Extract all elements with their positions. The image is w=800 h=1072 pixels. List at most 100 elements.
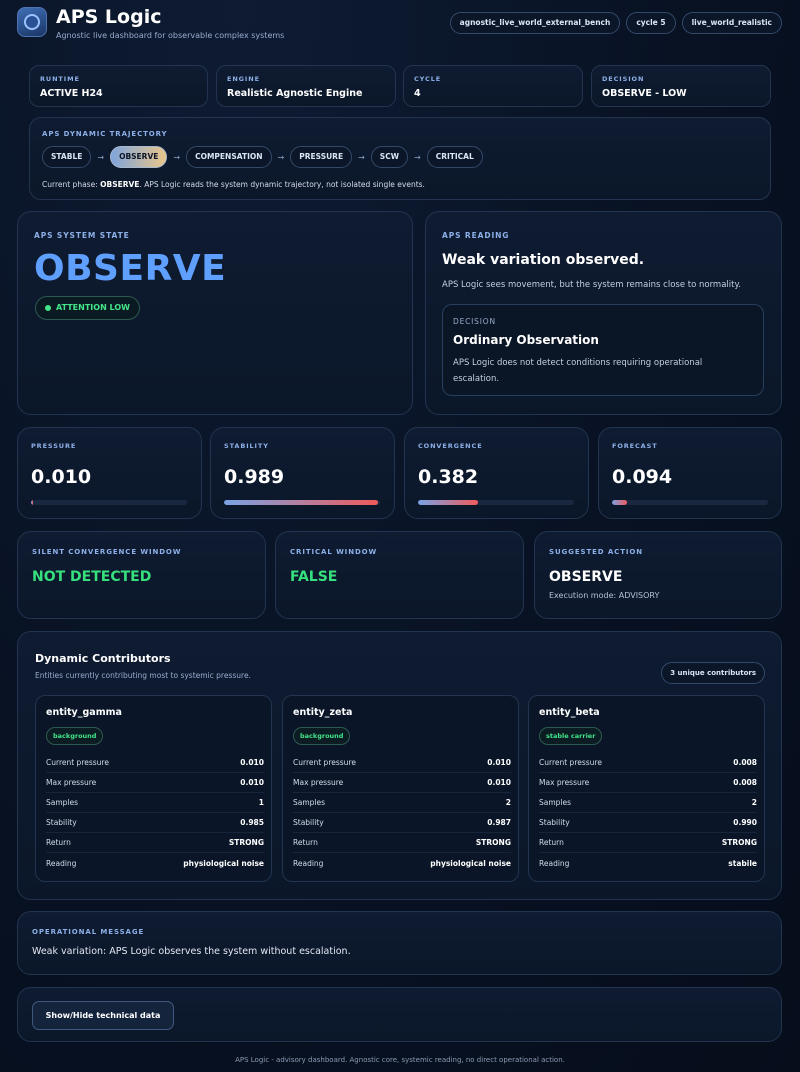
table-row: Return STRONG <box>293 833 511 853</box>
phase-note: Current phase: OBSERVE. APS Logic reads … <box>42 180 425 189</box>
forecast-bar-fill <box>612 500 627 505</box>
forecast-value: 0.094 <box>612 466 673 488</box>
arrow-icon: → <box>173 152 181 162</box>
step-critical: CRITICAL <box>426 146 483 168</box>
stability-value: 0.989 <box>224 466 285 488</box>
row-value: 0.008 <box>733 758 757 767</box>
row-value: 0.010 <box>240 758 264 767</box>
row-label: Samples <box>539 798 572 807</box>
entity-card-zeta: entity_zeta background Current pressure 0… <box>282 695 519 882</box>
reading-title: Weak variation observed. <box>442 252 645 268</box>
critical-window-label: CRITICAL WINDOW <box>290 548 378 556</box>
status-dot-icon <box>45 305 51 311</box>
table-row: Samples 1 <box>46 793 264 813</box>
cycle-badge: cycle 5 <box>626 12 676 34</box>
convergence-label: CONVERGENCE <box>418 442 483 450</box>
silent-window-value: NOT DETECTED <box>32 569 152 585</box>
forecast-metric: FORECAST 0.094 <box>598 427 782 519</box>
entity-tag: background <box>293 727 351 745</box>
table-row: Stability 0.985 <box>46 813 264 833</box>
table-row: Samples 2 <box>293 793 511 813</box>
attention-badge: ATTENTION LOW <box>35 296 140 320</box>
table-row: Current pressure 0.010 <box>293 753 511 773</box>
row-value: 2 <box>505 798 511 807</box>
table-row: Stability 0.990 <box>539 813 757 833</box>
operational-message-panel: OPERATIONAL MESSAGE Weak variation: APS … <box>17 911 782 975</box>
decision-text: APS Logic does not detect conditions req… <box>453 358 703 384</box>
row-label: Stability <box>539 818 570 827</box>
row-value: 0.010 <box>240 778 264 787</box>
execution-mode: Execution mode: ADVISORY <box>549 591 660 600</box>
entity-name: entity_beta <box>539 707 600 718</box>
decision-card: DECISION OBSERVE - LOW <box>591 65 771 107</box>
critical-window-card: CRITICAL WINDOW FALSE <box>275 531 524 619</box>
table-row: Current pressure 0.008 <box>539 753 757 773</box>
trajectory-steps: STABLE → OBSERVE → COMPENSATION → PRESSU… <box>42 146 483 168</box>
technical-panel: Show/Hide technical data <box>17 987 782 1042</box>
stability-bar-fill <box>224 500 379 505</box>
attention-label: ATTENTION LOW <box>56 303 130 312</box>
cycle-label: CYCLE <box>414 75 442 83</box>
runtime-card: RUNTIME ACTIVE H24 <box>29 65 208 107</box>
row-value: 1 <box>258 798 264 807</box>
runtime-label: RUNTIME <box>40 75 80 83</box>
app-logo-icon <box>17 7 47 37</box>
trajectory-panel: APS DYNAMIC TRAJECTORY STABLE → OBSERVE … <box>29 117 771 200</box>
contributors-subtitle: Entities currently contributing most to … <box>35 671 251 680</box>
row-value: 0.985 <box>240 818 264 827</box>
table-row: Return STRONG <box>539 833 757 853</box>
trajectory-label: APS DYNAMIC TRAJECTORY <box>42 130 168 138</box>
forecast-bar <box>612 500 768 505</box>
table-row: Max pressure 0.010 <box>293 773 511 793</box>
row-value: stabile <box>728 858 757 868</box>
convergence-bar-fill <box>418 500 478 505</box>
suggested-action-card: SUGGESTED ACTION OBSERVE Execution mode:… <box>534 531 782 619</box>
table-row: Reading stabile <box>539 853 757 873</box>
logo-core-icon <box>24 14 40 30</box>
app-subtitle: Agnostic live dashboard for observable c… <box>56 31 285 40</box>
decision-label: DECISION <box>602 75 645 83</box>
row-value: 0.010 <box>487 758 511 767</box>
footer-note: APS Logic - advisory dashboard. Agnostic… <box>235 1056 565 1064</box>
toggle-technical-data-button[interactable]: Show/Hide technical data <box>32 1001 174 1030</box>
entity-name: entity_gamma <box>46 707 122 718</box>
stability-label: STABILITY <box>224 442 269 450</box>
decision-box: DECISION Ordinary Observation APS Logic … <box>442 304 764 396</box>
system-state-value: OBSERVE <box>34 248 227 289</box>
row-value: physiological noise <box>430 858 511 868</box>
row-label: Reading <box>46 858 77 868</box>
row-label: Current pressure <box>293 758 356 767</box>
row-label: Current pressure <box>539 758 602 767</box>
contributors-count-badge: 3 unique contributors <box>661 662 765 684</box>
contributors-title: Dynamic Contributors <box>35 652 171 665</box>
header-badges: agnostic_live_world_external_bench cycle… <box>449 12 782 34</box>
pressure-value: 0.010 <box>31 466 92 488</box>
row-label: Reading <box>539 858 570 868</box>
row-label: Max pressure <box>46 778 97 787</box>
system-state-label: APS SYSTEM STATE <box>34 231 130 240</box>
stability-metric: STABILITY 0.989 <box>210 427 395 519</box>
table-row: Max pressure 0.008 <box>539 773 757 793</box>
entity-card-beta: entity_beta stable carrier Current press… <box>528 695 765 882</box>
world-badge: live_world_realistic <box>681 12 782 34</box>
engine-card: ENGINE Realistic Agnostic Engine <box>216 65 396 107</box>
step-observe: OBSERVE <box>110 146 168 168</box>
row-label: Current pressure <box>46 758 109 767</box>
reading-text: APS Logic sees movement, but the system … <box>442 280 741 290</box>
row-value: STRONG <box>475 838 511 847</box>
row-label: Max pressure <box>293 778 344 787</box>
stability-bar <box>224 500 380 505</box>
phase-prefix: Current phase: <box>42 180 98 189</box>
entity-stats: Current pressure 0.010 Max pressure 0.010 … <box>293 753 511 873</box>
table-row: Stability 0.987 <box>293 813 511 833</box>
entity-name: entity_zeta <box>293 707 353 718</box>
row-value: physiological noise <box>183 858 264 868</box>
contributors-panel: Dynamic Contributors Entities currently … <box>17 631 782 900</box>
row-value: 0.008 <box>733 778 757 787</box>
table-row: Max pressure 0.010 <box>46 773 264 793</box>
row-label: Stability <box>293 818 324 827</box>
phase-suffix: . APS Logic reads the system dynamic tra… <box>139 180 425 189</box>
convergence-value: 0.382 <box>418 466 479 488</box>
row-value: 0.987 <box>487 818 511 827</box>
table-row: Reading physiological noise <box>46 853 264 873</box>
